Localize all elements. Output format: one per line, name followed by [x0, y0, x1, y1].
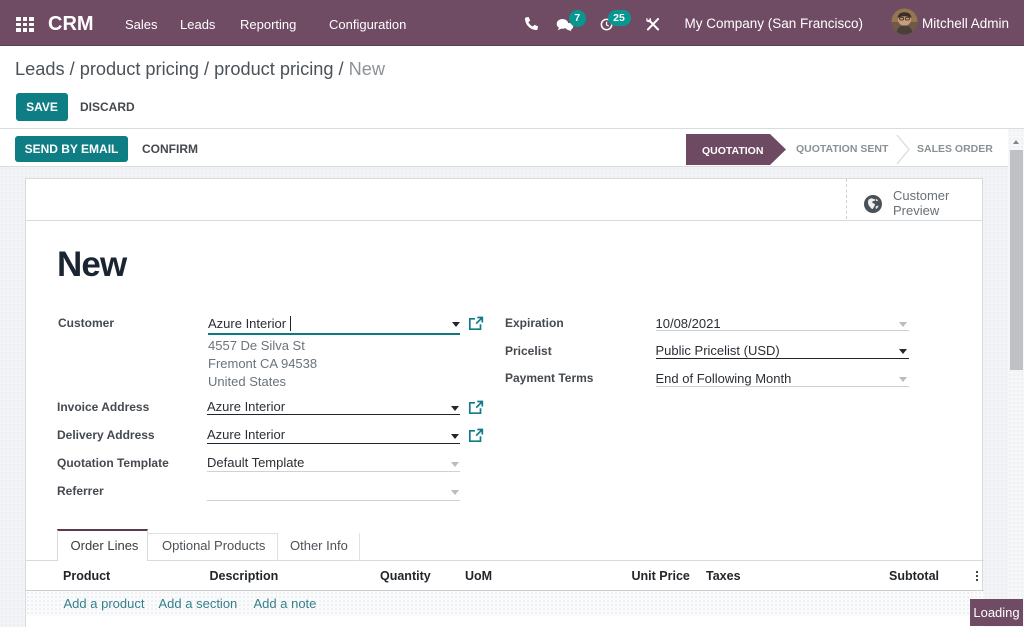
- svg-text:QUOTATION: QUOTATION: [702, 145, 763, 157]
